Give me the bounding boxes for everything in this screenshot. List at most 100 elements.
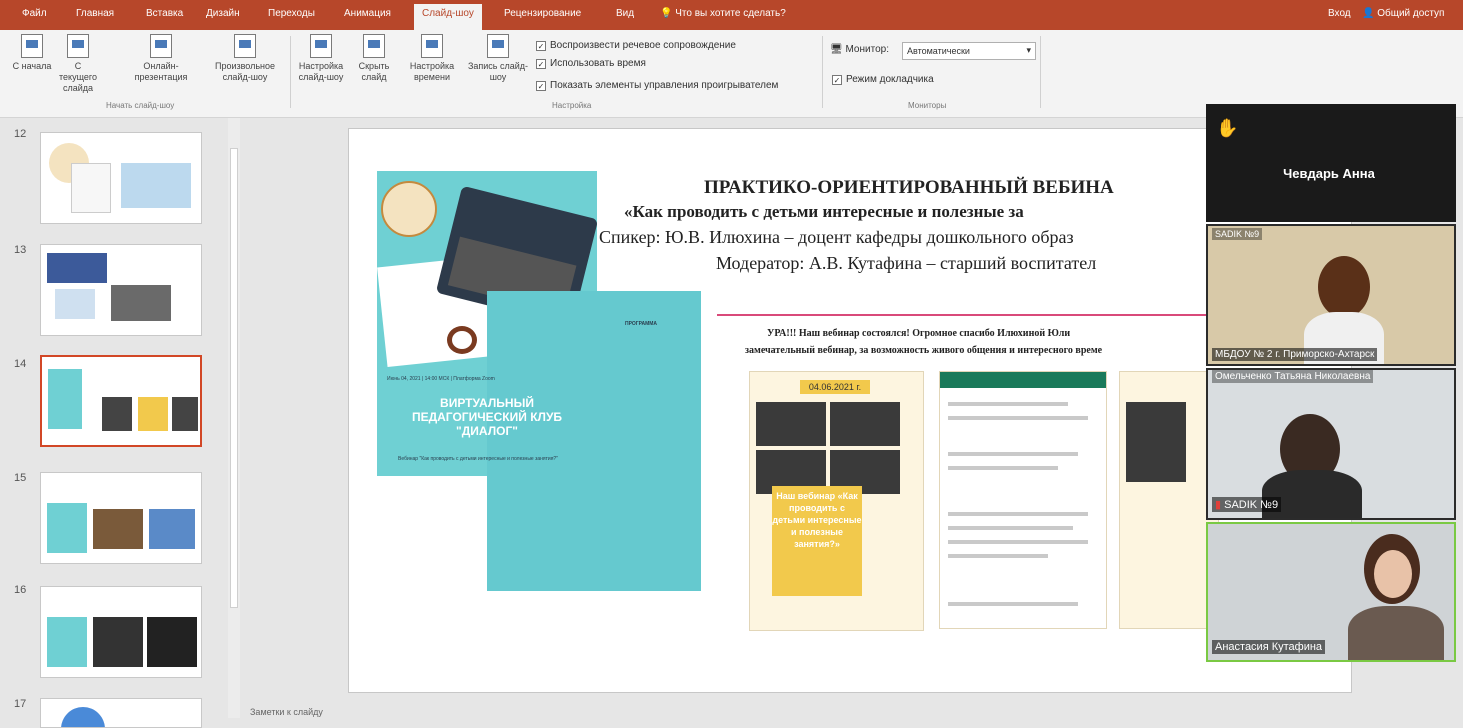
poster-bottom [487, 291, 701, 591]
slide-thumbnail-17[interactable] [40, 698, 202, 728]
lightbulb-icon: 💡 [660, 8, 676, 19]
slide-thumbnail-15[interactable] [40, 472, 202, 564]
tab-slideshow[interactable]: Слайд-шоу [414, 4, 482, 30]
thumb-image [102, 397, 132, 431]
thumb-number: 17 [14, 698, 27, 710]
share-button[interactable]: 👤 Общий доступ [1362, 8, 1444, 19]
start-group-label: Начать слайд-шоу [106, 101, 175, 110]
host-name: Чевдарь Анна [1283, 166, 1375, 181]
date-tag: 04.06.2021 г. [800, 380, 870, 394]
thumbnail-scrollbar[interactable] [228, 118, 240, 718]
ribbon-tab-bar: Файл Главная Вставка Дизайн Переходы Ани… [0, 0, 1463, 30]
tab-home[interactable]: Главная [76, 8, 114, 19]
thumb-image [111, 285, 171, 321]
ribbon-divider [822, 36, 823, 108]
slide-thumbnail-12[interactable] [40, 132, 202, 224]
chat-line [948, 554, 1048, 558]
participant-tile[interactable]: Омельченко Татьяна Николаевна ▮ SADIK №9 [1206, 368, 1456, 520]
scrollbar-thumb[interactable] [230, 148, 238, 608]
slide-thumbnail-pane[interactable]: 12 13 14 15 16 17 [0, 118, 240, 728]
chevron-down-icon: ▾ [1026, 45, 1031, 55]
chat-header [940, 372, 1106, 388]
collage-caption-2: замечательный вебинар, за возможность жи… [745, 345, 1103, 356]
thumb-image [149, 509, 195, 549]
tab-transitions[interactable]: Переходы [268, 8, 315, 19]
from-current-button[interactable]: С текущего слайда [56, 34, 100, 94]
slideshow-current-icon [67, 34, 89, 58]
slide-moderator: Модератор: А.В. Кутафина – старший воспи… [716, 253, 1097, 273]
thumb-image [138, 397, 168, 431]
coffee-cup-image [447, 326, 477, 354]
checkmark-icon: ✓ [832, 75, 842, 85]
participant-name-text: SADIK №9 [1224, 499, 1279, 511]
video-thumb [756, 402, 826, 446]
raised-hand-icon: ✋ [1216, 118, 1239, 138]
record-icon [487, 34, 509, 58]
monitor-label: 🖥 Монитор: [830, 44, 889, 55]
slide-thumbnail-16[interactable] [40, 586, 202, 678]
presenter-view-checkbox[interactable]: ✓ Режим докладчика [832, 74, 934, 85]
thumb-number: 14 [14, 358, 27, 370]
thumb-number: 13 [14, 244, 27, 256]
thumb-image [93, 617, 143, 667]
tab-animations[interactable]: Анимация [344, 8, 391, 19]
thumb-image [93, 509, 143, 549]
record-slideshow-button[interactable]: Запись слайд-шоу [466, 34, 530, 83]
monitor-value: Автоматически [907, 46, 970, 56]
play-narrations-checkbox[interactable]: ✓ Воспроизвести речевое сопровождение [536, 40, 736, 51]
show-controls-checkbox[interactable]: ✓ Показать элементы управления проигрыват… [536, 80, 778, 91]
checkmark-icon: ✓ [536, 59, 546, 69]
hide-slide-button[interactable]: Скрыть слайд [352, 34, 396, 83]
tab-insert[interactable]: Вставка [146, 8, 183, 19]
rehearse-timings-button[interactable]: Настройка времени [402, 34, 462, 83]
thumb-image [172, 397, 198, 431]
video-thumb [1126, 402, 1186, 482]
monitor-label-text: Монитор: [845, 44, 889, 55]
custom-slideshow-button[interactable]: Произвольное слайд-шоу [204, 34, 286, 83]
from-beginning-button[interactable]: С начала [10, 34, 54, 72]
thumb-image [48, 369, 82, 429]
chat-line [948, 540, 1088, 544]
yellow-note: Наш вебинар «Как проводить с детьми инте… [772, 486, 862, 596]
login-link[interactable]: Вход [1328, 8, 1351, 19]
notes-bar[interactable]: Заметки к слайду [240, 707, 1463, 718]
thumb-number: 12 [14, 128, 27, 140]
slide-thumbnail-13[interactable] [40, 244, 202, 336]
hide-slide-icon [363, 34, 385, 58]
chat-line [948, 416, 1088, 420]
tell-me-box[interactable]: 💡 Что вы хотите сделать? [660, 8, 786, 19]
use-timings-checkbox[interactable]: ✓ Использовать время [536, 58, 646, 69]
online-present-icon [150, 34, 172, 58]
monitor-dropdown[interactable]: Автоматически ▾ [902, 42, 1036, 60]
active-speaker-tile[interactable]: Анастасия Кутафина [1206, 522, 1456, 662]
thumb-image [121, 163, 191, 208]
setup-icon [310, 34, 332, 58]
collage-caption-1: УРА!!! Наш вебинар состоялся! Огромное с… [767, 328, 1071, 339]
show-controls-label: Показать элементы управления проигрывате… [550, 80, 779, 91]
host-tile[interactable]: ✋ Чевдарь Анна [1206, 104, 1456, 222]
thumb-number: 15 [14, 472, 27, 484]
from-beginning-label: С начала [12, 61, 52, 71]
participant-face [1374, 550, 1412, 598]
participant-top-name: Омельченко Татьяна Николаевна [1212, 370, 1374, 383]
poster-title: ВИРТУАЛЬНЫЙ ПЕДАГОГИЧЕСКИЙ КЛУБ "ДИАЛОГ" [411, 396, 563, 438]
tab-view[interactable]: Вид [616, 8, 634, 19]
chat-line [948, 526, 1073, 530]
tab-file[interactable]: Файл [22, 8, 47, 19]
participant-video [1262, 470, 1362, 518]
participant-tile[interactable]: SADIK №9 МБДОУ № 2 г. Приморско-Ахтарск [1206, 224, 1456, 366]
online-presentation-button[interactable]: Онлайн-презентация [126, 34, 196, 83]
custom-label: Произвольное слайд-шоу [214, 61, 276, 82]
presenter-view-label: Режим докладчика [846, 74, 934, 85]
chat-line [948, 452, 1078, 456]
current-slide[interactable]: ПРАКТИКО-ОРИЕНТИРОВАННЫЙ ВЕБИНА «Как про… [348, 128, 1352, 693]
poster-program-heading: ПРОГРАММА [625, 321, 658, 327]
tab-review[interactable]: Рецензирование [504, 8, 581, 19]
thumb-number: 16 [14, 584, 27, 596]
tab-design[interactable]: Дизайн [206, 8, 240, 19]
setup-slideshow-button[interactable]: Настройка слайд-шоу [294, 34, 348, 83]
thumb-image [47, 503, 87, 553]
slide-thumbnail-14[interactable] [40, 355, 202, 447]
tell-me-text: Что вы хотите сделать? [675, 8, 786, 19]
monitors-group-label: Мониторы [908, 101, 947, 110]
